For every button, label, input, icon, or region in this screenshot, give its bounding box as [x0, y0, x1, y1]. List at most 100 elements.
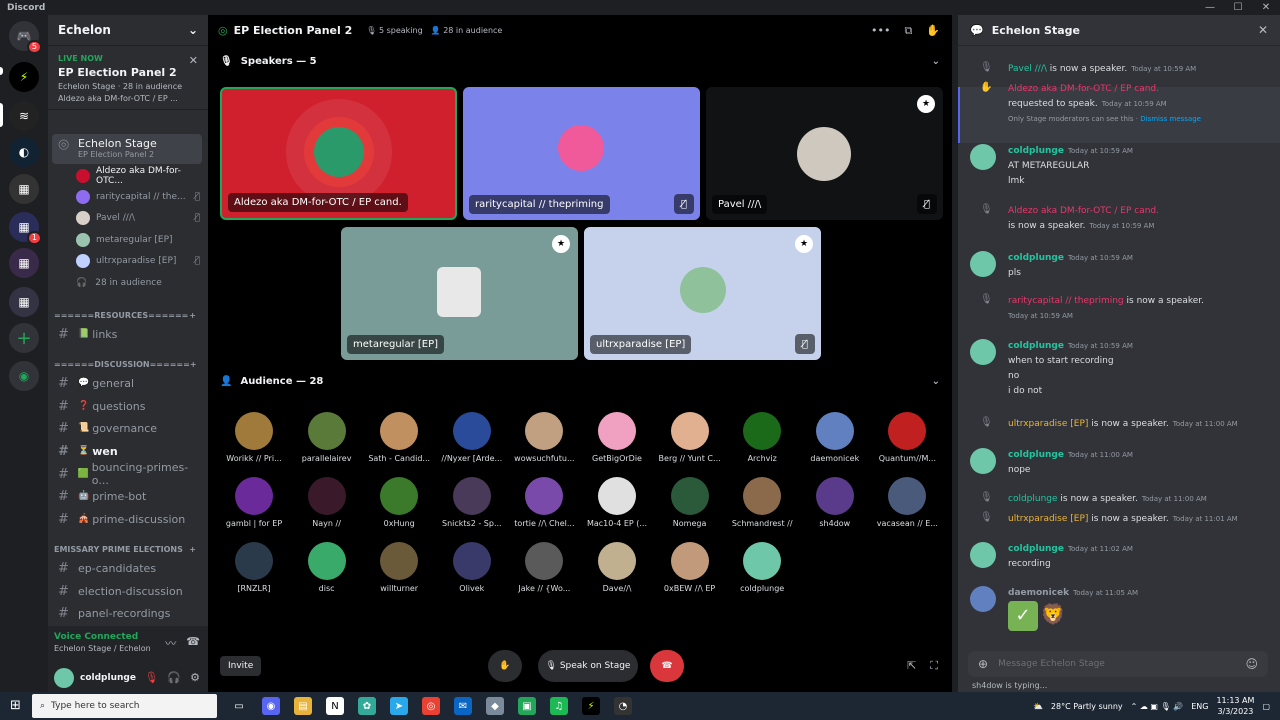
close-icon[interactable]: ✕ — [189, 54, 198, 67]
audience-member[interactable]: Worikk // Pri... — [218, 412, 290, 463]
author[interactable]: ultrxparadise [EP] — [1008, 419, 1088, 429]
author[interactable]: coldplunge — [1008, 341, 1064, 351]
raise-hand-icon[interactable]: ✋ — [926, 24, 940, 38]
fullscreen-icon[interactable]: ⛶ — [930, 659, 938, 673]
chevron-down-icon[interactable]: ⌄ — [932, 376, 940, 387]
app-icon[interactable]: ✿ — [358, 697, 376, 715]
audience-member[interactable]: vacasean // E... — [871, 477, 943, 528]
minimize-icon[interactable]: — — [1196, 0, 1224, 15]
author[interactable]: ultrxparadise [EP] — [1008, 514, 1088, 524]
author[interactable]: Aldezo aka DM-for-OTC / EP cand. — [1008, 84, 1159, 94]
speaker-tile[interactable]: Aldezo aka DM-for-OTC / EP cand. — [220, 87, 457, 220]
audience-member[interactable]: gambl | for EP — [218, 477, 290, 528]
audience-count[interactable]: 🎧 28 in audience — [76, 273, 204, 292]
audience-member[interactable]: Snickts2 - Sp... — [436, 477, 508, 528]
author[interactable]: coldplunge — [1008, 253, 1064, 263]
audience-member[interactable]: [RNZLR] — [218, 542, 290, 593]
maximize-icon[interactable]: ☐ — [1224, 0, 1252, 15]
server-folder-icon[interactable]: ▦ 1 — [9, 212, 42, 245]
author[interactable]: coldplunge — [1008, 494, 1058, 504]
live-now-panel[interactable]: LIVE NOW EP Election Panel 2 Echelon Sta… — [48, 46, 208, 110]
discord-home-icon[interactable]: 🎮 5 — [9, 21, 42, 54]
audience-member[interactable]: Nayn // — [291, 477, 363, 528]
audience-member[interactable]: Nomega — [654, 477, 726, 528]
author[interactable]: Pavel ///\ — [1008, 64, 1047, 74]
windows-start-icon[interactable]: ⊞ — [10, 698, 21, 713]
audience-member[interactable]: parallelairev — [291, 412, 363, 463]
gear-icon[interactable]: ⚙ — [190, 671, 200, 684]
author[interactable]: coldplunge — [1008, 450, 1064, 460]
app-icon[interactable]: ✉ — [454, 697, 472, 715]
chevron-down-icon[interactable]: ⌄ — [932, 56, 940, 67]
speak-on-stage-button[interactable]: 🎙 Speak on Stage — [538, 650, 638, 682]
chrome-icon[interactable]: ◎ — [422, 697, 440, 715]
language-indicator[interactable]: ENG — [1191, 702, 1208, 711]
speaker-tile[interactable]: ★ metaregular [EP] — [341, 227, 578, 360]
leave-stage-button[interactable]: ☎ — [650, 650, 684, 682]
channel-prime-bot[interactable]: # 🤖 prime-bot — [52, 486, 202, 506]
raise-hand-button[interactable]: ✋ — [488, 650, 522, 682]
speaker-tile[interactable]: raritycapital // thepriming 🎙̸ — [463, 87, 700, 220]
server-folder-icon[interactable]: ▦ — [9, 174, 39, 204]
audience-member[interactable]: Schmandrest // — [726, 477, 798, 528]
channel-links[interactable]: # 📗 links — [52, 324, 202, 344]
add-server-icon[interactable]: + — [9, 323, 39, 353]
channel-wen[interactable]: # ⏳ wen — [52, 441, 202, 461]
speaker-tile[interactable]: ★ Pavel ///\ 🎙̸ — [706, 87, 943, 220]
close-icon[interactable]: ✕ — [1258, 23, 1268, 37]
channel-governance[interactable]: # 📜 governance — [52, 418, 202, 438]
audience-member[interactable]: Berg // Yunt C... — [654, 412, 726, 463]
author[interactable]: daemonicek — [1008, 588, 1069, 598]
mic-muted-icon[interactable]: 🎙 — [144, 671, 158, 684]
audience-member[interactable]: daemonicek — [799, 412, 871, 463]
weather-text[interactable]: 28°C Partly sunny — [1051, 702, 1123, 711]
close-window-icon[interactable]: ✕ — [1252, 0, 1280, 15]
app-icon[interactable]: ⚡ — [582, 697, 600, 715]
add-channel-icon[interactable]: + — [190, 360, 197, 369]
app-icon[interactable]: ▣ — [518, 697, 536, 715]
headphones-icon[interactable]: 🎧 — [167, 671, 181, 684]
audience-member[interactable]: Quantum//M... — [871, 412, 943, 463]
echelon-server-icon[interactable]: ≋ — [9, 101, 39, 131]
audience-member[interactable]: //Nyxer [Arde... — [436, 412, 508, 463]
explore-icon[interactable]: ◉ — [9, 361, 39, 391]
notion-icon[interactable]: N — [326, 697, 344, 715]
audience-header[interactable]: 👤 Audience — 28 ⌄ — [220, 376, 940, 387]
avatar[interactable] — [54, 667, 74, 688]
dismiss-link[interactable]: Dismiss message — [1140, 115, 1201, 123]
clock[interactable]: 11:13 AM 3/3/2023 — [1216, 695, 1254, 717]
popout-icon[interactable]: ⧉ — [904, 24, 912, 38]
audience-member[interactable]: Olivek — [436, 542, 508, 593]
category-resources[interactable]: ======RESOURCES====== + — [52, 311, 202, 320]
server-folder-icon[interactable]: ▦ — [9, 248, 39, 278]
channel-bouncing-primes[interactable]: # 🟩 bouncing-primes-o... — [52, 461, 202, 487]
server-icon[interactable]: ◐ — [9, 137, 39, 167]
stage-member[interactable]: raritycapital // the... 🎙̸ — [76, 187, 204, 206]
audience-member[interactable]: disc — [291, 542, 363, 593]
audience-member[interactable]: coldplunge — [726, 542, 798, 593]
author[interactable]: raritycapital // thepriming — [1008, 296, 1124, 306]
stage-member[interactable]: Aldezo aka DM-for-OTC... — [76, 166, 204, 186]
server-folder-icon[interactable]: ▦ — [9, 287, 39, 317]
stage-member[interactable]: Pavel ///\ 🎙̸ — [76, 208, 204, 227]
server-header[interactable]: Echelon ⌄ — [48, 15, 208, 46]
author[interactable]: Aldezo aka DM-for-OTC / EP cand. — [1008, 206, 1159, 216]
audience-member[interactable]: Dave//\ — [581, 542, 653, 593]
channel-ep-candidates[interactable]: # ep-candidates — [52, 558, 202, 578]
audience-member[interactable]: GetBigOrDie — [581, 412, 653, 463]
stage-member[interactable]: metaregular [EP] — [76, 230, 204, 249]
server-icon[interactable]: ⚡ — [9, 62, 39, 92]
channel-questions[interactable]: # ❓ questions — [52, 396, 202, 416]
taskbar-search[interactable]: ⌕ Type here to search — [32, 694, 217, 718]
stage-channel[interactable]: ◎ Echelon Stage EP Election Panel 2 — [52, 134, 202, 164]
spotify-icon[interactable]: ♫ — [550, 697, 568, 715]
add-channel-icon[interactable]: + — [189, 311, 196, 320]
channel-election-discussion[interactable]: # election-discussion — [52, 581, 202, 601]
tray-icons[interactable]: ⌃ ☁ ▣ 🎙 🔊 — [1131, 702, 1184, 711]
audience-member[interactable]: Mac10-4 EP (... — [581, 477, 653, 528]
channel-general[interactable]: # 💬 general — [52, 373, 202, 393]
channel-panel-recordings[interactable]: # panel-recordings — [52, 603, 202, 623]
more-icon[interactable]: ••• — [871, 24, 890, 38]
add-channel-icon[interactable]: + — [189, 545, 196, 554]
telegram-icon[interactable]: ➤ — [390, 697, 408, 715]
